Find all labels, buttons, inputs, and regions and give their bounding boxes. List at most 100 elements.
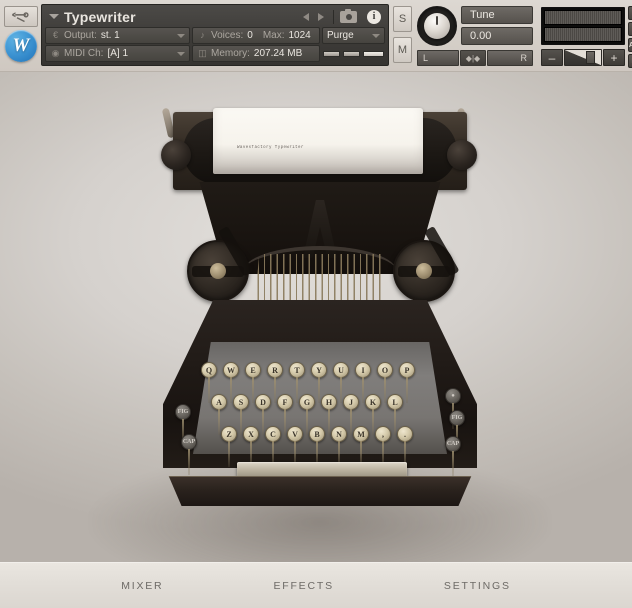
pan-slider[interactable]: L ◆|◆ R — [417, 50, 535, 66]
key-k[interactable]: K — [365, 394, 381, 435]
minimize-button[interactable]: – — [628, 22, 632, 36]
output-value: st. 1 — [100, 30, 120, 41]
kontakt-instrument-header: W Typewriter i € Output: st. 1 ♪ Voices:… — [0, 0, 632, 72]
bottom-tab-bar: MIXER EFFECTS SETTINGS — [0, 562, 632, 608]
close-button[interactable]: × — [628, 6, 632, 20]
output-level-meters — [541, 7, 625, 45]
volume-wedge — [565, 50, 601, 65]
output-label: Output: — [64, 30, 97, 41]
instrument-expand-icon[interactable] — [49, 14, 59, 19]
key-g[interactable]: G — [299, 394, 315, 435]
key-c[interactable]: C — [265, 426, 281, 467]
key-w[interactable]: W — [223, 362, 239, 403]
key-x[interactable]: X — [243, 426, 259, 467]
tune-fields: Tune 0.00 — [461, 6, 533, 46]
window-buttons: × – AUX PV — [628, 4, 632, 68]
purge-menu[interactable]: Purge — [322, 27, 385, 44]
key-comma[interactable]: , — [375, 426, 391, 467]
instrument-name: Typewriter — [64, 8, 136, 25]
prev-preset-icon[interactable] — [303, 12, 309, 21]
spool-hub — [210, 263, 226, 279]
tune-label: Tune — [461, 6, 533, 24]
key-i[interactable]: I — [355, 362, 371, 403]
tune-knob[interactable] — [417, 6, 457, 46]
key-period[interactable]: . — [397, 426, 413, 467]
midi-value: [A] 1 — [107, 48, 129, 59]
key-h[interactable]: H — [321, 394, 337, 435]
key-d[interactable]: D — [255, 394, 271, 435]
wavesfactory-logo[interactable]: W — [5, 30, 37, 62]
key-f[interactable]: F — [277, 394, 293, 435]
paper-text: Wavesfactory Typewriter — [237, 146, 304, 150]
info-icon[interactable]: i — [367, 9, 381, 24]
tune-knob-pointer — [436, 16, 438, 25]
volume-handle[interactable] — [586, 51, 595, 64]
key-u[interactable]: U — [333, 362, 349, 403]
space-bar[interactable] — [237, 462, 407, 478]
volume-up-button[interactable]: + — [603, 49, 625, 66]
volume-slider[interactable] — [564, 49, 602, 66]
platen-knob-right — [447, 140, 477, 170]
key-j[interactable]: J — [343, 394, 359, 435]
logo-letter: W — [12, 35, 30, 56]
aux-button[interactable]: AUX — [628, 38, 632, 52]
tab-settings[interactable]: SETTINGS — [438, 576, 517, 596]
level-cluster: – + — [541, 4, 625, 66]
pan-center-handle[interactable]: ◆|◆ — [460, 50, 486, 66]
memory-value: 207.24 MB — [253, 48, 303, 59]
midi-chevron-icon — [177, 51, 185, 56]
key-y[interactable]: Y — [311, 362, 327, 403]
key-fig-left[interactable]: FIG — [175, 404, 191, 445]
purge-label: Purge — [327, 30, 354, 41]
key-b[interactable]: B — [309, 426, 325, 467]
purge-bar-segment — [323, 50, 340, 57]
instrument-row-midi: ◉ MIDI Ch: [A] 1 ◫ Memory: 207.24 MB — [45, 45, 385, 62]
key-o[interactable]: O — [377, 362, 393, 403]
ribbon-spool-right — [393, 225, 460, 302]
voices-value: 0 — [247, 30, 253, 41]
output-icon: € — [52, 30, 58, 40]
camera-icon[interactable] — [340, 8, 357, 23]
purge-bar-segment — [363, 50, 384, 57]
tune-value[interactable]: 0.00 — [461, 27, 533, 45]
key-cap-left[interactable]: CAP — [181, 434, 197, 475]
typing-paper: Wavesfactory Typewriter — [213, 108, 423, 174]
pv-button[interactable]: PV — [628, 54, 632, 68]
midi-channel-selector[interactable]: ◉ MIDI Ch: [A] 1 — [45, 45, 190, 62]
voices-icon: ♪ — [200, 30, 205, 40]
memory-display: ◫ Memory: 207.24 MB — [192, 45, 320, 62]
key-s[interactable]: S — [233, 394, 249, 435]
typewriter-graphic: Wavesfactory Typewriter Q W E R T Y U I … — [155, 104, 485, 524]
voices-display: ♪ Voices: 0 Max: 1024 — [192, 27, 320, 44]
key-z[interactable]: Z — [221, 426, 237, 467]
key-n[interactable]: N — [331, 426, 347, 467]
key-m[interactable]: M — [353, 426, 369, 467]
max-voices-value: 1024 — [288, 30, 311, 41]
solo-mute-column: S M — [393, 4, 412, 63]
mute-button[interactable]: M — [393, 37, 412, 63]
key-t[interactable]: T — [289, 362, 305, 403]
plugin-window: W Typewriter i € Output: st. 1 ♪ Voices:… — [0, 0, 632, 608]
wrench-button[interactable] — [4, 6, 38, 27]
platen-knob-left — [161, 140, 191, 170]
solo-button[interactable]: S — [393, 6, 412, 32]
tab-effects[interactable]: EFFECTS — [267, 576, 339, 596]
wrench-icon — [12, 11, 29, 22]
key-r[interactable]: R — [267, 362, 283, 403]
key-cap-right[interactable]: CAP — [445, 436, 461, 477]
key-a[interactable]: A — [211, 394, 227, 435]
key-q[interactable]: Q — [201, 362, 217, 403]
tab-mixer[interactable]: MIXER — [115, 576, 169, 596]
volume-control: – + — [541, 49, 625, 66]
key-p[interactable]: P — [399, 362, 415, 403]
next-preset-icon[interactable] — [318, 12, 324, 21]
key-l[interactable]: L — [387, 394, 403, 435]
key-fig-right[interactable]: FIG — [449, 410, 465, 451]
memory-icon: ◫ — [198, 48, 207, 58]
tune-cluster: Tune 0.00 L ◆|◆ R — [417, 4, 535, 66]
key-v[interactable]: V — [287, 426, 303, 467]
key-e[interactable]: E — [245, 362, 261, 403]
key-unlock-right[interactable]: ● — [445, 388, 461, 429]
volume-down-button[interactable]: – — [541, 49, 563, 66]
output-selector[interactable]: € Output: st. 1 — [45, 27, 190, 44]
